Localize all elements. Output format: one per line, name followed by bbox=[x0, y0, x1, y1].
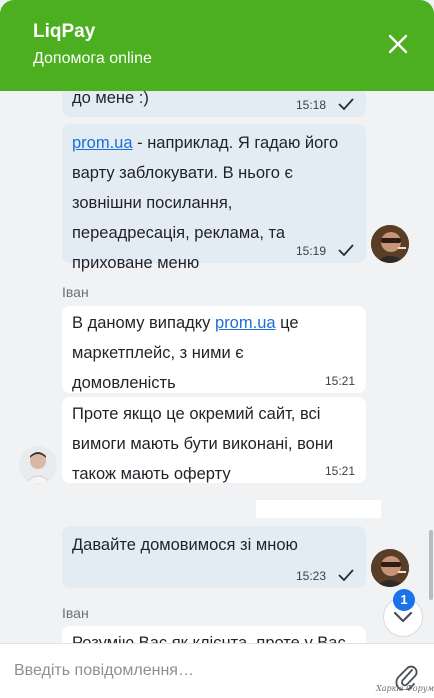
sender-name: Іван bbox=[62, 284, 89, 300]
chat-subtitle: Допомога online bbox=[33, 50, 152, 67]
close-icon[interactable] bbox=[384, 30, 412, 58]
watermark: Харків Форум bbox=[376, 684, 434, 693]
message-time: 15:23 bbox=[295, 569, 326, 583]
user-avatar bbox=[371, 549, 409, 587]
message-time: 15:21 bbox=[324, 374, 355, 388]
unread-badge: 1 bbox=[393, 589, 415, 611]
message-composer bbox=[0, 643, 434, 698]
agent-avatar bbox=[19, 446, 57, 484]
outgoing-message: до мене :) 15:18 bbox=[62, 91, 366, 117]
message-text: до мене :) bbox=[72, 91, 149, 107]
message-input[interactable] bbox=[14, 658, 374, 684]
message-text: В даному випадку prom.ua це маркетплейс,… bbox=[72, 308, 356, 398]
incoming-message: Проте якщо це окремий сайт, всі вимоги м… bbox=[62, 397, 366, 483]
message-text-before-link: В даному випадку bbox=[72, 314, 216, 332]
sender-name: Іван bbox=[62, 605, 89, 621]
user-photo-icon bbox=[371, 225, 409, 263]
outgoing-message: Давайте домовимося зі мною 15:23 bbox=[62, 526, 366, 588]
read-check-icon bbox=[338, 98, 354, 110]
message-time: 15:21 bbox=[324, 464, 355, 478]
incoming-message: В даному випадку prom.ua це маркетплейс,… bbox=[62, 306, 366, 393]
message-time: 15:19 bbox=[295, 244, 326, 258]
read-check-icon bbox=[338, 569, 354, 581]
message-list[interactable]: до мене :) 15:18 prom.ua - наприклад. Я … bbox=[0, 91, 434, 643]
user-avatar bbox=[371, 225, 409, 263]
empty-message-placeholder bbox=[256, 500, 381, 518]
message-link[interactable]: prom.ua bbox=[215, 314, 276, 332]
incoming-message: Розумію Вас як клієнта, проте у Вас bbox=[62, 626, 366, 643]
chat-title: LiqPay bbox=[33, 21, 96, 42]
user-photo-icon bbox=[371, 549, 409, 587]
message-time: 15:18 bbox=[295, 98, 326, 112]
message-text: Проте якщо це окремий сайт, всі вимоги м… bbox=[72, 405, 334, 483]
agent-photo-icon bbox=[19, 446, 57, 484]
read-check-icon bbox=[338, 244, 354, 256]
message-text: Давайте домовимося зі мною bbox=[72, 536, 298, 554]
chat-header: LiqPay Допомога online bbox=[0, 0, 434, 91]
outgoing-message: prom.ua - наприклад. Я гадаю його варту … bbox=[62, 124, 366, 272]
message-link[interactable]: prom.ua bbox=[72, 134, 133, 152]
chat-widget: LiqPay Допомога online до мене :) 15:18 … bbox=[0, 0, 434, 698]
scrollbar[interactable] bbox=[429, 530, 433, 600]
message-text: Розумію Вас як клієнта, проте у Вас bbox=[72, 634, 346, 643]
